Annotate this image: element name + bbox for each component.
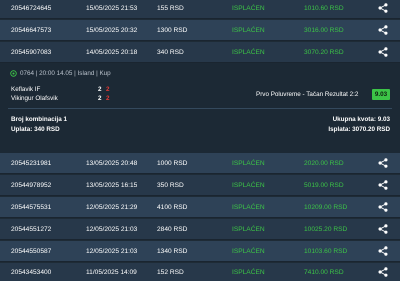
- share-icon[interactable]: [376, 20, 390, 40]
- ticket-date: 12/05/2025 21:03: [86, 247, 138, 255]
- ticket-stake: 340 RSD: [157, 48, 184, 56]
- match-info: 0764 | 20:00 14.05 | Island | Kup: [20, 70, 111, 77]
- share-icon[interactable]: [376, 263, 390, 281]
- ticket-stake: 350 RSD: [157, 181, 184, 189]
- away-score-fulltime: 2: [106, 95, 110, 102]
- ticket-row[interactable]: 20544575531 12/05/2025 21:29 4100 RSD IS…: [0, 197, 400, 218]
- home-score-halftime: 2: [98, 86, 102, 93]
- ticket-date: 11/05/2025 14:09: [86, 268, 137, 276]
- ticket-row-expanded[interactable]: 20545907083 14/05/2025 20:18 340 RSD ISP…: [0, 42, 400, 63]
- ticket-payout: 3070.20 RSD: [304, 48, 344, 56]
- away-team: Vikingur Olafsvik: [11, 95, 58, 102]
- ticket-row[interactable]: 20543453400 11/05/2025 14:09 152 RSD ISP…: [0, 263, 400, 281]
- ticket-id: 20544575531: [11, 203, 52, 211]
- ticket-id: 20544551272: [11, 225, 52, 233]
- ticket-id: 20543453400: [11, 268, 52, 276]
- home-score-fulltime: 2: [106, 86, 110, 93]
- ticket-date: 13/05/2025 16:15: [86, 181, 138, 189]
- ticket-date: 13/05/2025 20:48: [86, 159, 138, 167]
- divider: [8, 108, 392, 109]
- stake-total: Uplata: 340 RSD: [11, 126, 60, 133]
- ticket-date: 14/05/2025 20:18: [86, 48, 138, 56]
- share-icon[interactable]: [376, 42, 390, 62]
- ticket-stake: 1000 RSD: [157, 159, 188, 167]
- selection-odds: 9.03: [372, 89, 390, 100]
- ticket-id: 20544550587: [11, 247, 52, 255]
- ticket-status: ISPLAĆEN: [232, 159, 265, 167]
- ticket-row[interactable]: 20546724645 15/05/2025 21:53 155 RSD ISP…: [0, 0, 400, 19]
- ticket-row[interactable]: 20544978952 13/05/2025 16:15 350 RSD ISP…: [0, 175, 400, 196]
- ticket-date: 12/05/2025 21:03: [86, 225, 138, 233]
- ticket-date: 15/05/2025 21:53: [86, 4, 138, 12]
- share-icon[interactable]: [376, 0, 390, 18]
- total-odds: Ukupna kvota: 9.03: [332, 116, 390, 123]
- combinations-count: Broj kombinacija 1: [11, 116, 67, 123]
- ticket-stake: 155 RSD: [157, 4, 184, 12]
- ticket-status: ISPLAĆEN: [232, 181, 265, 189]
- match-status-icon: [10, 70, 17, 77]
- ticket-payout: 10025.20 RSD: [304, 225, 348, 233]
- ticket-payout: 2020.00 RSD: [304, 159, 344, 167]
- ticket-status: ISPLAĆEN: [232, 203, 265, 211]
- ticket-status: ISPLAĆEN: [232, 247, 265, 255]
- bet-selection: Prvo Poluvreme - Tačan Rezultat 2:2: [256, 91, 359, 98]
- ticket-stake: 1300 RSD: [157, 26, 188, 34]
- away-score-halftime: 2: [98, 95, 102, 102]
- ticket-status: ISPLAĆEN: [232, 48, 265, 56]
- ticket-stake: 4100 RSD: [157, 203, 188, 211]
- ticket-status: ISPLAĆEN: [232, 26, 265, 34]
- ticket-id: 20546724645: [11, 4, 52, 12]
- ticket-payout: 10209.00 RSD: [304, 203, 348, 211]
- ticket-payout: 5019.00 RSD: [304, 181, 344, 189]
- ticket-date: 15/05/2025 20:32: [86, 26, 138, 34]
- ticket-row[interactable]: 20544551272 12/05/2025 21:03 2840 RSD IS…: [0, 219, 400, 240]
- ticket-stake: 1340 RSD: [157, 247, 188, 255]
- ticket-payout: 10103.60 RSD: [304, 247, 348, 255]
- ticket-id: 20545907083: [11, 48, 52, 56]
- ticket-payout: 1010.60 RSD: [304, 4, 344, 12]
- ticket-stake: 152 RSD: [157, 268, 184, 276]
- ticket-row[interactable]: 20546647573 15/05/2025 20:32 1300 RSD IS…: [0, 20, 400, 41]
- share-icon[interactable]: [376, 219, 390, 239]
- share-icon[interactable]: [376, 241, 390, 261]
- share-icon[interactable]: [376, 175, 390, 195]
- ticket-payout: 3016.00 RSD: [304, 26, 344, 34]
- ticket-row[interactable]: 20545231981 13/05/2025 20:48 1000 RSD IS…: [0, 153, 400, 174]
- ticket-status: ISPLAĆEN: [232, 225, 265, 233]
- ticket-status: ISPLAĆEN: [232, 4, 265, 12]
- ticket-id: 20545231981: [11, 159, 52, 167]
- share-icon[interactable]: [376, 197, 390, 217]
- ticket-row[interactable]: 20544550587 12/05/2025 21:03 1340 RSD IS…: [0, 241, 400, 262]
- share-icon[interactable]: [376, 153, 390, 173]
- ticket-stake: 2840 RSD: [157, 225, 188, 233]
- ticket-status: ISPLAĆEN: [232, 268, 265, 276]
- payout-total: Isplata: 3070.20 RSD: [328, 126, 390, 133]
- ticket-date: 12/05/2025 21:29: [86, 203, 138, 211]
- home-team: Keflavik IF: [11, 86, 41, 93]
- ticket-id: 20546647573: [11, 26, 52, 34]
- ticket-id: 20544978952: [11, 181, 52, 189]
- ticket-payout: 7410.00 RSD: [304, 268, 344, 276]
